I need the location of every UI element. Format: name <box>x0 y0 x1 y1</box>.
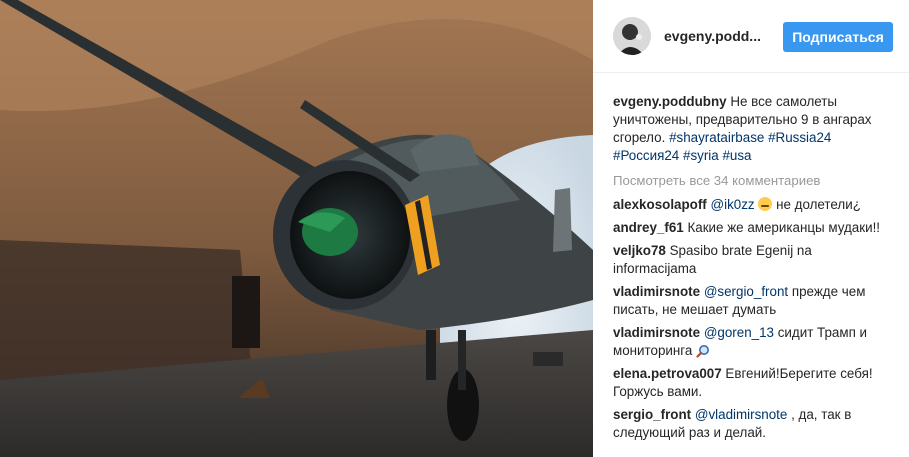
comment-mention[interactable]: @goren_13 <box>704 325 774 340</box>
view-all-comments-link[interactable]: Посмотреть все 34 комментариев <box>613 172 897 190</box>
post-header: evgeny.podd... Подписаться <box>593 0 909 73</box>
comments-list: evgeny.poddubny Не все самолеты уничтоже… <box>613 93 897 447</box>
header-username[interactable]: evgeny.podd... <box>664 28 761 44</box>
comment-username[interactable]: vladimirsnote <box>613 325 700 340</box>
comment-item: sergio_front @vladimirsnote , да, так в … <box>613 406 897 442</box>
caption-username[interactable]: evgeny.poddubny <box>613 94 727 109</box>
comment-mention[interactable]: @vladimirsnote <box>695 407 787 422</box>
comment-item: veljko78 Spasibo brate Egenij na informa… <box>613 242 897 278</box>
hashtag-link[interactable]: #Россия24 <box>613 148 679 163</box>
post-sidebar: evgeny.podd... Подписаться evgeny.poddub… <box>593 0 909 457</box>
comment-item: elena.petrova007 Евгений!Берегите себя!Г… <box>613 365 897 401</box>
hashtag-link[interactable]: #shayratairbase <box>669 130 764 145</box>
comment-item: alexkosolapoff @ik0zz не долетели¿ <box>613 196 897 214</box>
hashtag-link[interactable]: #usa <box>722 148 751 163</box>
post-photo[interactable] <box>0 0 593 457</box>
comment-username[interactable]: elena.petrova007 <box>613 366 722 381</box>
avatar[interactable] <box>613 17 651 55</box>
comment-text: не долетели¿ <box>776 197 861 212</box>
instagram-post: evgeny.podd... Подписаться evgeny.poddub… <box>0 0 909 457</box>
comment-mention[interactable]: @ik0zz <box>711 197 755 212</box>
comment-username[interactable]: vladimirsnote <box>613 284 700 299</box>
crying-laughing-emoji-icon <box>758 197 773 211</box>
comment-mention[interactable]: @sergio_front <box>704 284 788 299</box>
hashtag-link[interactable]: #syria <box>683 148 719 163</box>
follow-button[interactable]: Подписаться <box>783 22 893 52</box>
comment-username[interactable]: sergio_front <box>613 407 691 422</box>
comment-item: vladimirsnote @goren_13 сидит Трамп и мо… <box>613 324 897 360</box>
comment-item: vladimirsnote @sergio_front прежде чем п… <box>613 283 897 319</box>
magnifier-icon <box>696 345 710 358</box>
comment-item: andrey_f61 Какие же американцы мудаки!! <box>613 219 897 237</box>
hashtag-link[interactable]: #Russia24 <box>768 130 831 145</box>
fighter-jet-in-hangar-image <box>0 0 593 457</box>
comment-text: Какие же американцы мудаки!! <box>687 220 881 235</box>
comment-username[interactable]: alexkosolapoff <box>613 197 707 212</box>
post-caption: evgeny.poddubny Не все самолеты уничтоже… <box>613 93 897 165</box>
avatar-image <box>613 17 651 55</box>
comment-username[interactable]: veljko78 <box>613 243 666 258</box>
comment-username[interactable]: andrey_f61 <box>613 220 684 235</box>
